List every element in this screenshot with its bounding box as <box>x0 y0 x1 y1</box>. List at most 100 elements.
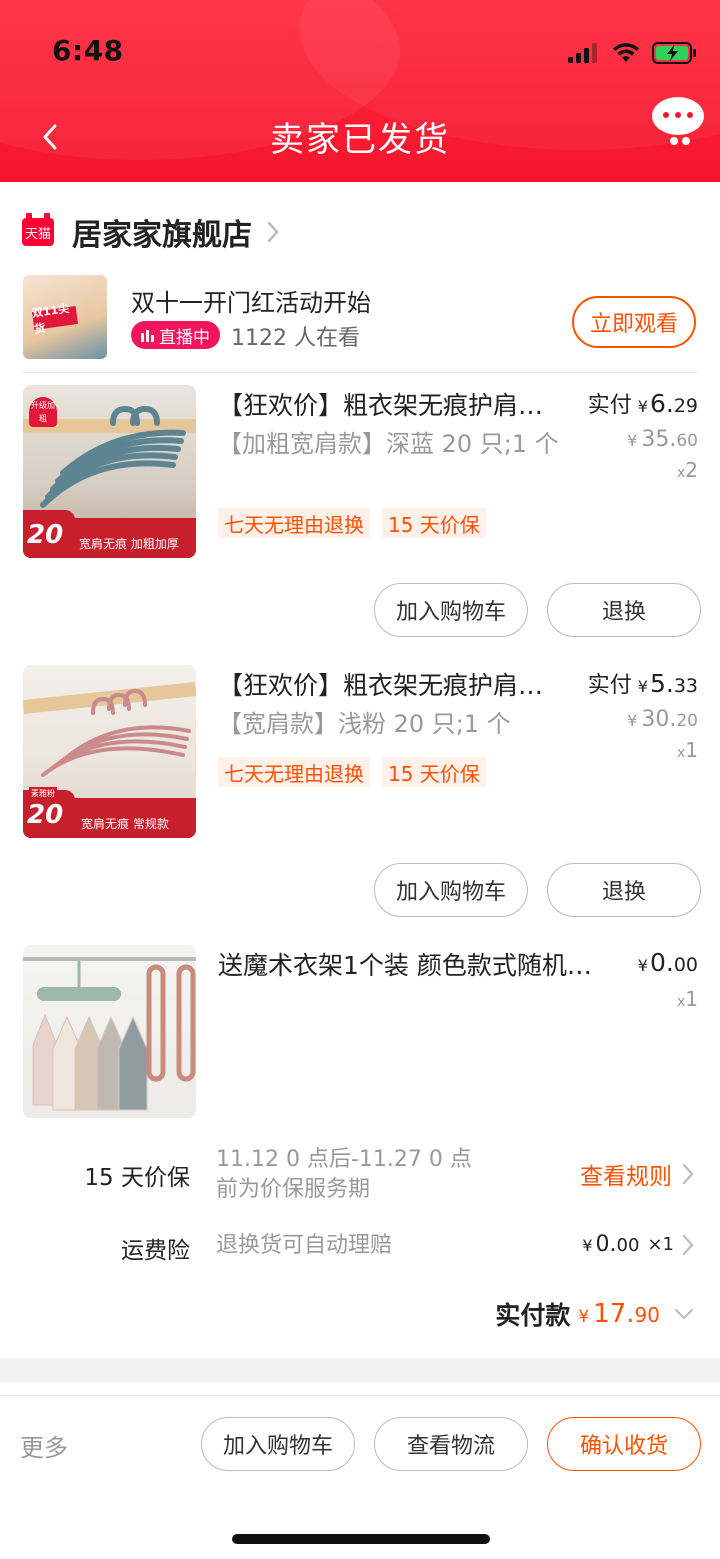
price-column: 实付 ¥5.33 ¥30.20 x1 <box>588 667 698 762</box>
quantity: x2 <box>588 458 698 482</box>
freight-int: 0. <box>595 1232 617 1257</box>
tag-chip: 七天无理由退换 <box>218 508 370 538</box>
shop-header[interactable]: 天猫 居家家旗舰店 <box>22 210 280 254</box>
paid-dec: 29 <box>673 395 698 417</box>
currency-symbol: ¥ <box>578 1307 590 1327</box>
battery-charging-icon <box>652 42 696 64</box>
product-image[interactable]: 20 素雅粉 宽肩无痕 常规款 <box>23 665 196 838</box>
status-time: 6:48 <box>52 34 124 67</box>
paid-dec: 33 <box>673 675 698 697</box>
service-tags: 七天无理由退换 15 天价保 <box>218 508 486 538</box>
image-badge-top: 升级加粗 <box>29 397 57 427</box>
page-title: 卖家已发货 <box>270 120 450 160</box>
confirm-receipt-button[interactable]: 确认收货 <box>547 1417 701 1471</box>
section-separator <box>0 1358 720 1382</box>
price-protect-desc-line: 前为价保服务期 <box>216 1177 371 1202</box>
qty-value: 1 <box>685 987 698 1011</box>
paid-int: 6. <box>649 389 674 418</box>
orig-dec: 60 <box>676 431 698 451</box>
price: ¥0.00 <box>632 948 698 977</box>
qty-value: 1 <box>685 738 698 762</box>
product-sku: 【加粗宽肩款】深蓝 20 只;1 个 <box>218 430 559 458</box>
price-int: 0. <box>649 948 674 977</box>
freight-dec: 00 <box>616 1235 640 1256</box>
quantity: x1 <box>588 738 698 762</box>
currency-symbol: ¥ <box>637 397 648 416</box>
chat-bubble-icon <box>652 97 704 145</box>
price-column: ¥0.00 x1 <box>632 948 698 1011</box>
wifi-icon <box>613 43 639 62</box>
tag-chip: 15 天价保 <box>382 508 486 538</box>
paid-label: 实付 <box>587 673 632 698</box>
product-title[interactable]: 【狂欢价】粗衣架无痕护肩宽肩晾衣架 <box>218 386 556 422</box>
paid-label: 实付 <box>587 393 632 418</box>
product-title[interactable]: 送魔术衣架1个装 颜色款式随机发货 <box>218 946 602 982</box>
view-rules-label: 查看规则 <box>580 1164 672 1190</box>
orig-dec: 20 <box>676 711 698 731</box>
currency-symbol: ¥ <box>637 677 648 696</box>
orig-int: 35. <box>641 427 677 452</box>
currency-symbol: ¥ <box>627 431 638 450</box>
magic-hanger-illustration <box>32 961 196 1111</box>
tmall-logo: 天猫 <box>22 213 54 246</box>
image-caption: 宽肩无痕 加粗加厚 <box>79 537 179 551</box>
message-button[interactable] <box>650 96 706 148</box>
price-protect-desc: 11.12 0 点后-11.27 0 点 前为价保服务期 <box>216 1145 472 1205</box>
service-tags: 七天无理由退换 15 天价保 <box>218 757 486 787</box>
total-dec: 90 <box>634 1303 660 1327</box>
freight-insurance-desc: 退换货可自动理赔 <box>216 1233 393 1258</box>
divider <box>0 1395 720 1396</box>
original-price: ¥30.20 <box>588 707 698 732</box>
product-title[interactable]: 【狂欢价】粗衣架无痕护肩宽肩晾衣架 <box>218 666 556 702</box>
product-sku: 【宽肩款】浅粉 20 只;1 个 <box>218 710 511 738</box>
chevron-down-icon <box>675 1309 693 1320</box>
total-label: 实付款 <box>495 1301 571 1330</box>
return-exchange-button[interactable]: 退换 <box>547 863 701 917</box>
bottom-add-to-cart-button[interactable]: 加入购物车 <box>201 1417 355 1471</box>
currency-symbol: ¥ <box>637 956 648 975</box>
live-badge: 直播中 <box>131 321 220 349</box>
home-indicator <box>232 1534 490 1544</box>
status-icons <box>568 38 698 68</box>
price-protect-desc-line: 11.12 0 点后-11.27 0 点 <box>216 1147 472 1172</box>
paid-price: 实付 ¥5.33 <box>588 667 698 699</box>
header-bar: 6:48 卖家已发货 <box>0 0 720 182</box>
quantity: x1 <box>632 987 698 1011</box>
image-badge-top: 素雅粉 <box>29 787 57 800</box>
chevron-right-icon <box>682 1163 694 1185</box>
total-amount: ¥17.90 <box>578 1299 660 1329</box>
price-column: 实付 ¥6.29 ¥35.60 x2 <box>588 387 698 482</box>
order-detail-page: 6:48 卖家已发货 天猫 居家家旗舰店 双11尖货 双十一开门红活动开始 直播… <box>0 0 720 1559</box>
watch-live-button[interactable]: 立即观看 <box>572 296 696 348</box>
divider <box>22 372 698 373</box>
freight-insurance-label: 运费险 <box>121 1238 190 1264</box>
add-to-cart-button[interactable]: 加入购物车 <box>374 583 528 637</box>
product-image[interactable]: 升级加粗 20 宽肩无痕 加粗加厚 <box>23 385 196 558</box>
paid-int: 5. <box>649 669 674 698</box>
qty-value: 2 <box>685 458 698 482</box>
image-caption: 宽肩无痕 常规款 <box>81 817 169 831</box>
live-title[interactable]: 双十一开门红活动开始 <box>131 283 371 318</box>
more-button[interactable]: 更多 <box>20 1428 68 1463</box>
total-paid[interactable]: 实付款 ¥17.90 <box>495 1296 694 1332</box>
tag-chip: 15 天价保 <box>382 757 486 787</box>
live-badge-label: 直播中 <box>159 327 210 348</box>
view-logistics-button[interactable]: 查看物流 <box>374 1417 528 1471</box>
price-protect-label: 15 天价保 <box>84 1165 190 1191</box>
freight-insurance-price[interactable]: ¥0.00 ×1 <box>582 1232 694 1257</box>
freight-price-value: ¥0.00 <box>582 1232 639 1257</box>
live-thumb-tag: 双11尖货 <box>31 302 79 336</box>
shop-name[interactable]: 居家家旗舰店 <box>72 210 252 254</box>
bar-chart-icon <box>141 330 154 342</box>
live-thumbnail[interactable]: 双11尖货 <box>23 275 107 359</box>
chevron-right-icon <box>267 221 279 243</box>
cellular-signal-icon <box>568 43 597 63</box>
view-rules-link[interactable]: 查看规则 <box>580 1157 694 1191</box>
currency-symbol: ¥ <box>582 1236 593 1255</box>
product-image[interactable] <box>23 945 196 1118</box>
tag-chip: 七天无理由退换 <box>218 757 370 787</box>
add-to-cart-button[interactable]: 加入购物车 <box>374 863 528 917</box>
image-badge-number: 20 <box>23 510 75 558</box>
total-int: 17. <box>593 1299 635 1329</box>
return-exchange-button[interactable]: 退换 <box>547 583 701 637</box>
